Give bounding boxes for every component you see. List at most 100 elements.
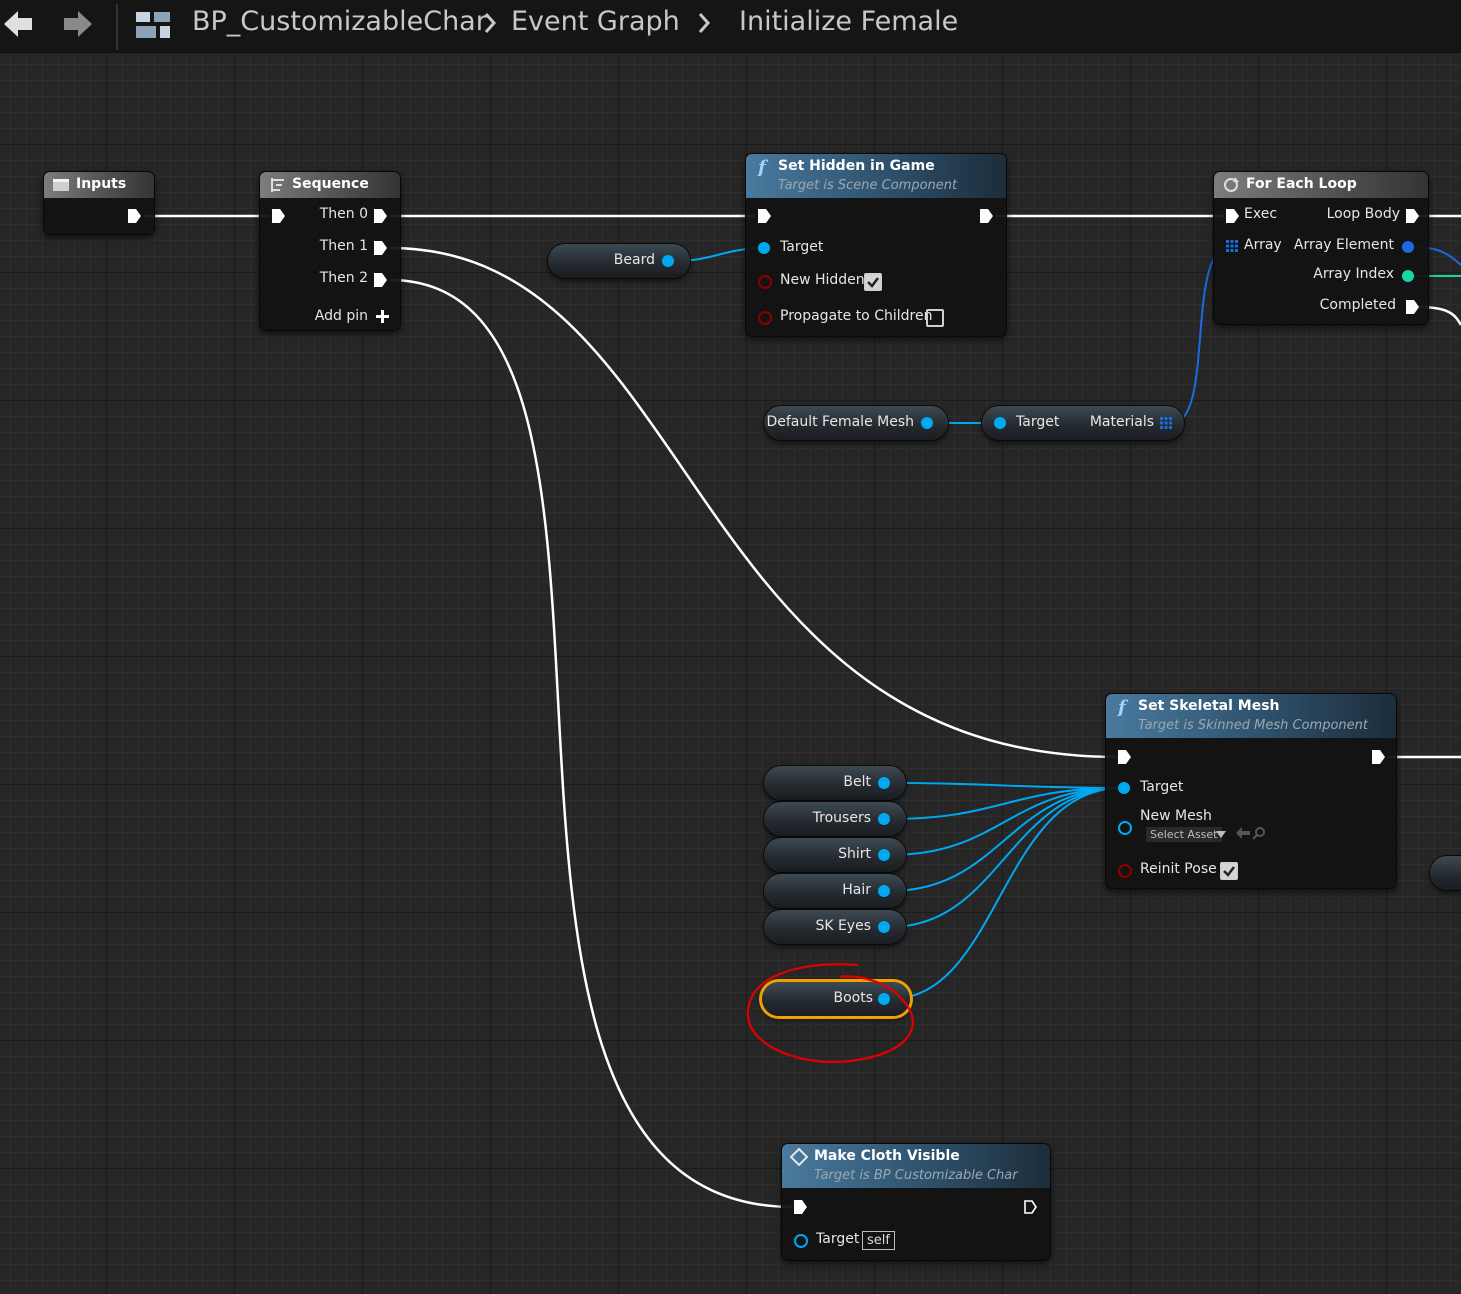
array-pin-icon[interactable] xyxy=(1160,417,1172,429)
exec-in-pin[interactable] xyxy=(794,1200,807,1214)
then-2-pin[interactable] xyxy=(374,273,387,287)
blueprint-graph-icon xyxy=(136,12,170,38)
output-pin[interactable] xyxy=(878,849,890,861)
reinit-pose-pin[interactable] xyxy=(1118,864,1132,878)
breadcrumb-blueprint[interactable]: BP_CustomizableChar xyxy=(192,6,487,37)
beard-variable-node[interactable]: Beard xyxy=(548,244,690,278)
entry-icon xyxy=(53,179,69,191)
completed-label: Completed xyxy=(1319,297,1396,313)
target-pin[interactable] xyxy=(994,417,1006,429)
output-pin[interactable] xyxy=(878,813,890,825)
node-subtitle: Target is BP Customizable Char xyxy=(814,1168,1018,1183)
exec-out-pin[interactable] xyxy=(1372,750,1385,764)
loop-icon xyxy=(1224,177,1239,192)
back-arrow-icon[interactable] xyxy=(0,8,36,40)
array-label: Array xyxy=(1244,237,1282,253)
target-label: Target xyxy=(816,1231,860,1247)
breadcrumb-function[interactable]: Initialize Female xyxy=(739,6,958,37)
make-cloth-visible-node[interactable]: Make Cloth Visible Target is BP Customiz… xyxy=(782,1144,1050,1260)
exec-wire-then2-makecloth xyxy=(389,278,794,1209)
svg-text:f: f xyxy=(1116,698,1129,716)
output-pin[interactable] xyxy=(878,777,890,789)
exec-in-pin[interactable] xyxy=(1226,209,1239,223)
set-hidden-in-game-node[interactable]: f Set Hidden in Game Target is Scene Com… xyxy=(746,154,1006,336)
array-index-pin[interactable] xyxy=(1402,270,1414,282)
then-1-pin[interactable] xyxy=(374,241,387,255)
default-female-mesh-variable-node[interactable]: Default Female Mesh xyxy=(764,406,948,440)
wire-skeyes-target xyxy=(889,787,1123,928)
propagate-pin[interactable] xyxy=(758,311,772,325)
custom-event-diamond-icon xyxy=(790,1148,808,1166)
checkmark-icon xyxy=(1223,866,1235,877)
exec-out-pin[interactable] xyxy=(1024,1200,1037,1214)
variable-label: Shirt xyxy=(838,846,871,862)
sequence-node[interactable]: Sequence Then 0 Then 1 Then 2 Add pin xyxy=(260,172,400,330)
new-hidden-label: New Hidden xyxy=(780,272,865,288)
target-pin[interactable] xyxy=(794,1234,808,1248)
forward-arrow-icon[interactable] xyxy=(60,8,96,40)
for-each-loop-node[interactable]: For Each Loop Exec Loop Body Array Array… xyxy=(1214,172,1428,324)
variable-label: Default Female Mesh xyxy=(766,414,914,430)
set-hidden-header: f Set Hidden in Game Target is Scene Com… xyxy=(746,154,1006,198)
annotation-circle xyxy=(746,963,914,1063)
browse-search-icon[interactable] xyxy=(1252,826,1266,840)
node-title: Sequence xyxy=(292,176,369,192)
belt-variable-node[interactable]: Belt xyxy=(764,766,906,800)
function-icon: f xyxy=(1116,698,1129,716)
output-pin[interactable] xyxy=(878,921,890,933)
inputs-node-header: Inputs xyxy=(44,172,154,198)
array-pin-icon[interactable] xyxy=(1226,240,1238,252)
node-title: Set Skeletal Mesh xyxy=(1138,698,1280,714)
exec-out-pin[interactable] xyxy=(980,209,993,223)
array-index-label: Array Index xyxy=(1313,266,1394,282)
chevron-right-icon xyxy=(484,13,497,33)
completed-pin[interactable] xyxy=(1406,300,1419,314)
exec-in-pin[interactable] xyxy=(758,209,771,223)
inputs-node[interactable]: Inputs xyxy=(44,172,154,234)
new-hidden-checkbox[interactable] xyxy=(864,273,882,291)
dropdown-arrow-icon[interactable] xyxy=(1216,831,1226,838)
plus-icon[interactable] xyxy=(376,310,389,323)
sequence-node-header: Sequence xyxy=(260,172,400,198)
use-selected-arrow-icon[interactable] xyxy=(1236,827,1250,839)
output-pin[interactable] xyxy=(878,885,890,897)
variable-label: Belt xyxy=(843,774,871,790)
chevron-right-icon xyxy=(698,13,711,33)
variable-label: Hair xyxy=(842,882,871,898)
propagate-checkbox[interactable] xyxy=(926,309,944,327)
target-default-value[interactable]: self xyxy=(862,1231,895,1250)
output-pin[interactable] xyxy=(662,255,674,267)
hair-variable-node[interactable]: Hair xyxy=(764,874,906,908)
wire-trousers-target xyxy=(889,787,1123,820)
for-each-header: For Each Loop xyxy=(1214,172,1428,198)
trousers-variable-node[interactable]: Trousers xyxy=(764,802,906,836)
get-materials-node[interactable]: Target Materials xyxy=(982,406,1184,440)
breadcrumb-graph[interactable]: Event Graph xyxy=(511,6,680,37)
variable-label: Trousers xyxy=(812,810,871,826)
target-pin[interactable] xyxy=(1118,782,1130,794)
then-0-pin[interactable] xyxy=(374,209,387,223)
loop-body-pin[interactable] xyxy=(1406,209,1419,223)
select-asset-dropdown[interactable]: Select Asset xyxy=(1146,827,1222,842)
target-label: Target xyxy=(780,239,824,255)
output-pin[interactable] xyxy=(921,417,933,429)
sequence-icon xyxy=(271,178,284,192)
sk-eyes-variable-node[interactable]: SK Eyes xyxy=(764,910,906,944)
array-element-pin[interactable] xyxy=(1402,241,1414,253)
offscreen-node[interactable] xyxy=(1430,856,1461,890)
function-icon: f xyxy=(756,158,769,176)
new-hidden-pin[interactable] xyxy=(758,275,772,289)
exec-in-pin[interactable] xyxy=(272,209,285,223)
exec-in-pin[interactable] xyxy=(1118,750,1131,764)
target-pin[interactable] xyxy=(758,242,770,254)
exec-out-pin[interactable] xyxy=(128,209,141,223)
reinit-pose-label: Reinit Pose xyxy=(1140,861,1217,877)
node-subtitle: Target is Scene Component xyxy=(778,178,958,193)
add-pin-label[interactable]: Add pin xyxy=(315,308,368,324)
shirt-variable-node[interactable]: Shirt xyxy=(764,838,906,872)
then-2-label: Then 2 xyxy=(319,270,368,286)
reinit-pose-checkbox[interactable] xyxy=(1220,862,1238,880)
new-mesh-pin[interactable] xyxy=(1118,821,1132,835)
set-skeletal-mesh-node[interactable]: f Set Skeletal Mesh Target is Skinned Me… xyxy=(1106,694,1396,888)
then-1-label: Then 1 xyxy=(319,238,368,254)
